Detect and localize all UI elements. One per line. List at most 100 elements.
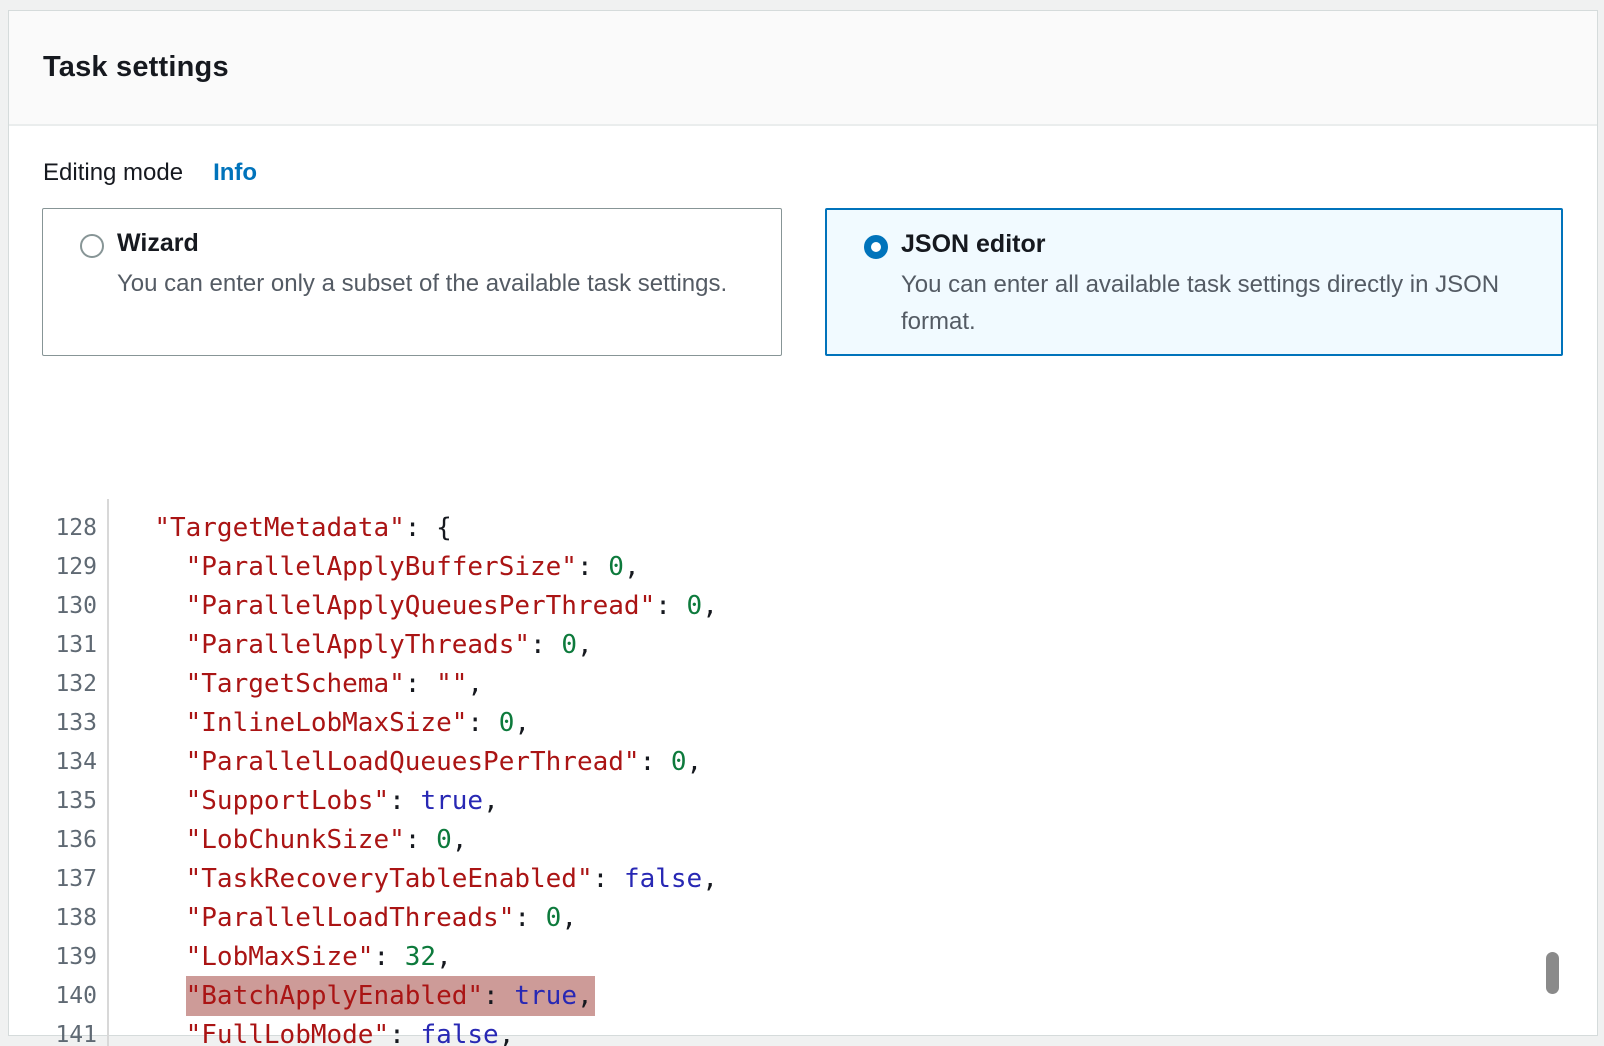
code-line-text[interactable]: "BatchApplyEnabled": true, [109,977,595,1016]
line-number[interactable]: 141 [9,1016,109,1046]
highlighted-match: "BatchApplyEnabled": true, [186,976,595,1016]
code-token: 0 [499,708,515,738]
line-number[interactable]: 139 [9,938,109,977]
radio-unselected-icon[interactable] [80,234,104,258]
code-line[interactable]: 133 "InlineLobMaxSize": 0, [9,704,1599,743]
tile-json-editor-content: JSON editor You can enter all available … [901,210,1561,340]
code-token: : [405,669,436,699]
code-token: : [655,591,686,621]
code-token: true [514,981,577,1011]
code-token: : [405,825,436,855]
code-token: 0 [608,552,624,582]
line-number[interactable]: 133 [9,704,109,743]
code-token: , [702,864,718,894]
code-token: : [577,552,608,582]
panel-body: Editing mode Info Wizard You can enter o… [9,126,1597,1035]
code-token: : [530,630,561,660]
panel-header: Task settings [9,11,1597,126]
code-token: , [436,942,452,972]
line-number[interactable]: 132 [9,665,109,704]
code-token: "BatchApplyEnabled" [186,981,483,1011]
code-line[interactable]: 132 "TargetSchema": "", [9,665,1599,704]
task-settings-panel: Task settings Editing mode Info Wizard Y… [8,10,1598,1036]
code-token: , [702,591,718,621]
code-line-text[interactable]: "InlineLobMaxSize": 0, [109,704,530,743]
code-token: "FullLobMode" [186,1020,390,1046]
line-number[interactable]: 135 [9,782,109,821]
code-token: 0 [561,630,577,660]
code-token: false [624,864,702,894]
code-token: 0 [671,747,687,777]
code-token: : [467,708,498,738]
code-line-text[interactable]: "LobMaxSize": 32, [109,938,452,977]
code-line[interactable]: 134 "ParallelLoadQueuesPerThread": 0, [9,743,1599,782]
code-token: "InlineLobMaxSize" [186,708,468,738]
code-line[interactable]: 131 "ParallelApplyThreads": 0, [9,626,1599,665]
code-token: , [467,669,483,699]
info-link[interactable]: Info [213,159,257,187]
line-number[interactable]: 130 [9,587,109,626]
code-token [123,513,154,543]
line-number[interactable]: 138 [9,899,109,938]
code-line[interactable]: 141 "FullLobMode": false, [9,1016,1599,1046]
code-line[interactable]: 139 "LobMaxSize": 32, [9,938,1599,977]
code-line-text[interactable]: "FullLobMode": false, [109,1016,514,1046]
tile-wizard[interactable]: Wizard You can enter only a subset of th… [42,208,782,356]
code-line-text[interactable]: "ParallelLoadQueuesPerThread": 0, [109,743,702,782]
line-number[interactable]: 140 [9,977,109,1016]
code-token [123,1020,186,1046]
code-token [123,708,186,738]
code-token: "TargetSchema" [186,669,405,699]
code-line[interactable]: 136 "LobChunkSize": 0, [9,821,1599,860]
code-token [123,825,186,855]
radio-selected-icon[interactable] [864,235,888,259]
editing-mode-tiles: Wizard You can enter only a subset of th… [42,208,1597,356]
code-token: 0 [436,825,452,855]
code-line[interactable]: 137 "TaskRecoveryTableEnabled": false, [9,860,1599,899]
code-token: : [483,981,514,1011]
code-token: : [514,903,545,933]
code-line-text[interactable]: "ParallelApplyBufferSize": 0, [109,548,640,587]
code-line-text[interactable]: "TargetMetadata": { [109,509,452,548]
code-line-text[interactable]: "LobChunkSize": 0, [109,821,467,860]
code-token: , [577,630,593,660]
code-token: "" [436,669,467,699]
page-title: Task settings [43,51,229,84]
code-line-text[interactable]: "SupportLobs": true, [109,782,499,821]
tile-json-editor-description: You can enter all available task setting… [901,266,1533,340]
code-line-text[interactable]: "ParallelApplyQueuesPerThread": 0, [109,587,718,626]
line-number[interactable]: 137 [9,860,109,899]
tile-json-editor[interactable]: JSON editor You can enter all available … [825,208,1563,356]
code-token: 0 [546,903,562,933]
code-line[interactable]: 128 "TargetMetadata": { [9,509,1599,548]
code-line[interactable]: 129 "ParallelApplyBufferSize": 0, [9,548,1599,587]
line-number[interactable]: 131 [9,626,109,665]
editing-mode-row: Editing mode Info [9,126,1597,187]
line-number[interactable]: 136 [9,821,109,860]
code-line[interactable]: 140 "BatchApplyEnabled": true, [9,977,1599,1016]
line-number[interactable]: 129 [9,548,109,587]
code-line-text[interactable]: "ParallelLoadThreads": 0, [109,899,577,938]
code-line-text[interactable]: "TargetSchema": "", [109,665,483,704]
line-number[interactable]: 128 [9,509,109,548]
code-token [123,552,186,582]
code-line-text[interactable]: "ParallelApplyThreads": 0, [109,626,593,665]
code-token [123,942,186,972]
code-line[interactable]: 130 "ParallelApplyQueuesPerThread": 0, [9,587,1599,626]
code-line[interactable]: 135 "SupportLobs": true, [9,782,1599,821]
code-token [123,669,186,699]
code-token: "TargetMetadata" [154,513,404,543]
code-token [123,903,186,933]
code-token: , [452,825,468,855]
code-line[interactable]: 138 "ParallelLoadThreads": 0, [9,899,1599,938]
tile-wizard-description: You can enter only a subset of the avail… [117,265,753,302]
code-token: "SupportLobs" [186,786,390,816]
json-code-editor[interactable]: 128 "TargetMetadata": {129 "ParallelAppl… [9,499,1599,1046]
code-line-text[interactable]: "TaskRecoveryTableEnabled": false, [109,860,718,899]
tile-json-editor-label: JSON editor [901,228,1533,260]
scrollbar-thumb[interactable] [1546,952,1559,994]
code-token [123,591,186,621]
code-token: 32 [405,942,436,972]
line-number[interactable]: 134 [9,743,109,782]
code-token: , [514,708,530,738]
